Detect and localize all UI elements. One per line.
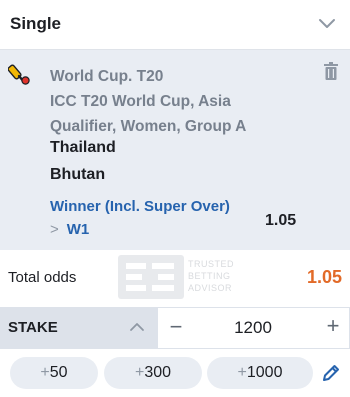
stake-amount-input[interactable]: 1200 [198, 318, 308, 338]
tournament-name: World Cup. T20 ICC T20 World Cup, Asia Q… [50, 68, 247, 135]
chevron-up-icon[interactable] [129, 320, 145, 334]
watermark: TRUSTED BETTING ADVISOR [118, 254, 238, 300]
bet-coupon: World Cup. T20 ICC T20 World Cup, Asia Q… [0, 50, 350, 250]
pencil-icon[interactable] [321, 363, 341, 383]
quick-stake-300-button[interactable]: +300 [104, 357, 202, 389]
bet-odds: 1.05 [265, 212, 297, 229]
quick-stake-1000-button[interactable]: +1000 [207, 357, 313, 389]
chevron-down-icon[interactable] [318, 16, 336, 30]
cricket-icon [8, 64, 30, 85]
stake-increase-button[interactable]: + [323, 313, 343, 339]
total-odds-value: 1.05 [306, 267, 342, 287]
quick-stake-row: +50 +300 +1000 [0, 357, 350, 391]
market-name: Winner (Incl. Super Over) [50, 198, 230, 215]
stake-decrease-button[interactable]: − [166, 314, 186, 340]
team-home: Thailand [50, 139, 116, 156]
outcome-label: W1 [66, 221, 90, 238]
total-odds-label: Total odds [8, 269, 77, 286]
quick-stake-50-button[interactable]: +50 [10, 357, 98, 389]
stake-label: STAKE [8, 319, 58, 336]
stake-input-group: − 1200 + [157, 307, 350, 349]
watermark-text: TRUSTED BETTING ADVISOR [188, 259, 234, 293]
trash-icon[interactable] [324, 62, 338, 80]
stake-row: STAKE − 1200 + [0, 307, 350, 349]
watermark-logo [118, 255, 184, 299]
bet-type-label: Single [10, 14, 62, 33]
outcome: > W1 [50, 221, 89, 238]
team-away: Bhutan [50, 166, 106, 183]
chevron-right-icon: > [50, 221, 59, 238]
bet-type-selector[interactable]: Single [0, 0, 350, 50]
